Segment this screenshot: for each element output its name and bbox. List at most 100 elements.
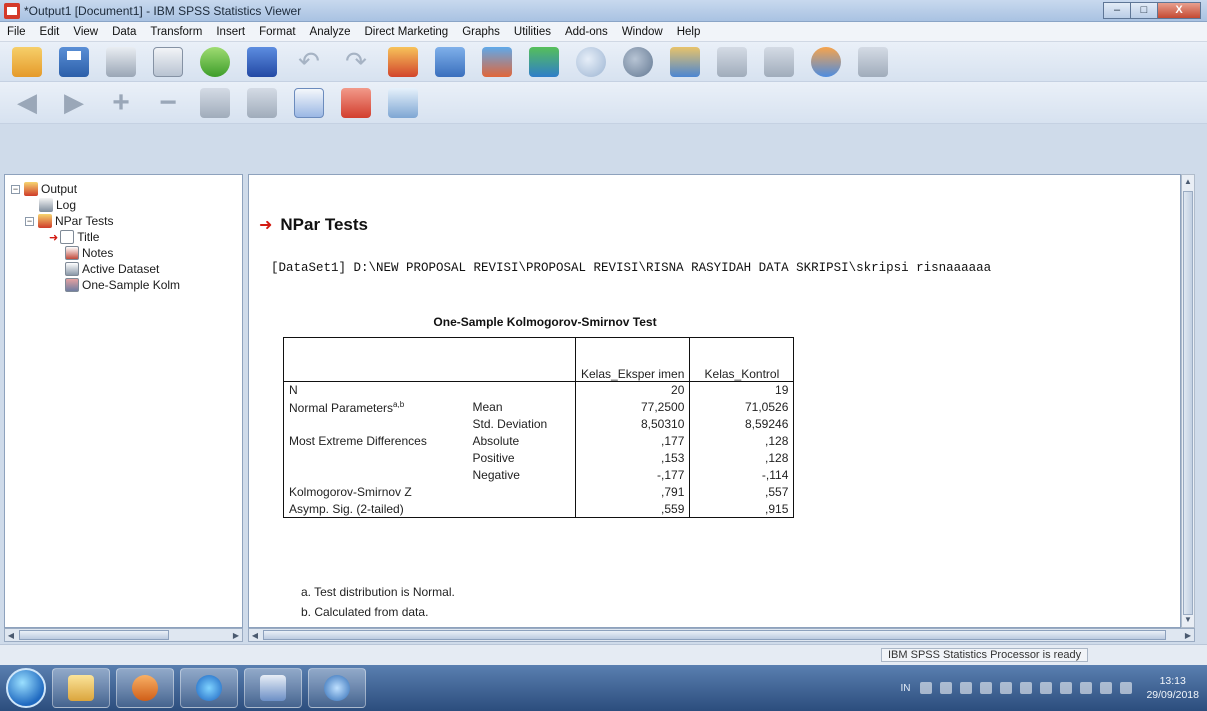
close-button[interactable]: X	[1157, 2, 1201, 19]
speaker-icon[interactable]	[1060, 682, 1073, 694]
outline-horizontal-scrollbar[interactable]: ◀ ▶	[4, 628, 243, 642]
redo-icon[interactable]: ↷	[341, 46, 371, 77]
insert-heading-icon[interactable]	[294, 87, 324, 118]
content-scroll-thumb[interactable]	[263, 630, 1166, 640]
menu-window[interactable]: Window	[615, 26, 670, 38]
start-button-icon[interactable]	[6, 668, 46, 708]
bluetooth-icon[interactable]	[940, 682, 953, 694]
menu-add-ons[interactable]: Add-ons	[558, 26, 615, 38]
hide-output-icon[interactable]	[247, 87, 277, 118]
value-cell: ,128	[689, 432, 794, 450]
minimize-button[interactable]: –	[1103, 2, 1131, 19]
power-icon[interactable]	[1080, 682, 1093, 694]
menu-data[interactable]: Data	[105, 26, 143, 38]
menu-utilities[interactable]: Utilities	[507, 26, 558, 38]
print-preview-icon[interactable]	[153, 46, 183, 77]
menu-format[interactable]: Format	[252, 26, 302, 38]
taskbar-word[interactable]	[244, 668, 302, 708]
tree-item-ks-test[interactable]: One-Sample Kolm	[65, 277, 180, 293]
value-labels-icon[interactable]	[764, 46, 794, 77]
value-cell: ,559	[574, 500, 690, 518]
scroll-up-icon[interactable]: ▲	[1182, 175, 1194, 189]
variables-icon[interactable]	[482, 46, 512, 77]
goto-case-icon[interactable]	[435, 46, 465, 77]
back-arrow-icon[interactable]: ◀	[12, 87, 42, 118]
usb-icon[interactable]	[1000, 682, 1013, 694]
tree-item-log[interactable]: Log	[39, 197, 76, 213]
section-heading[interactable]: ➜ NPar Tests	[259, 215, 368, 235]
taskbar-spss[interactable]	[308, 668, 366, 708]
menu-insert[interactable]: Insert	[209, 26, 252, 38]
flag-icon[interactable]	[980, 682, 993, 694]
export-icon[interactable]	[200, 46, 230, 77]
collapse-toggle-icon[interactable]: −	[11, 184, 20, 194]
scroll-left-icon[interactable]: ◀	[5, 629, 17, 643]
output-content-pane[interactable]: ➜ NPar Tests [DataSet1] D:\NEW PROPOSAL …	[248, 174, 1181, 628]
outline-scroll-thumb[interactable]	[19, 630, 169, 640]
taskbar-media-player[interactable]	[116, 668, 174, 708]
vertical-scroll-thumb[interactable]	[1183, 191, 1193, 615]
vertical-scrollbar[interactable]: ▲ ▼	[1181, 174, 1195, 628]
collapse-icon[interactable]: −	[153, 86, 183, 119]
tree-item-active-dataset[interactable]: Active Dataset	[65, 261, 159, 277]
language-indicator[interactable]: IN	[900, 683, 910, 694]
maximize-button[interactable]: □	[1130, 2, 1158, 19]
undo-icon[interactable]: ↶	[294, 46, 324, 77]
network-icon[interactable]	[1100, 682, 1113, 694]
collapse-toggle-icon[interactable]: −	[25, 216, 34, 226]
menu-direct-marketing[interactable]: Direct Marketing	[357, 26, 455, 38]
designate-window-icon[interactable]	[529, 46, 559, 77]
taskbar-explorer[interactable]	[52, 668, 110, 708]
recall-dialog-icon[interactable]	[247, 46, 277, 77]
menu-file[interactable]: File	[0, 26, 33, 38]
show-icon[interactable]	[200, 87, 230, 118]
forward-arrow-icon[interactable]: ▶	[59, 87, 89, 118]
print-icon[interactable]	[106, 46, 136, 77]
spss-app-icon	[4, 2, 20, 19]
insert-text-icon[interactable]	[388, 87, 418, 118]
scroll-left-icon[interactable]: ◀	[249, 629, 261, 643]
show-variables-icon[interactable]	[858, 46, 888, 77]
value-cell: 77,2500	[574, 398, 690, 416]
expand-icon[interactable]: +	[106, 86, 136, 119]
insert-title-icon[interactable]	[341, 87, 371, 118]
scroll-right-icon[interactable]: ▶	[230, 629, 242, 643]
show-all-icon[interactable]	[576, 46, 606, 77]
ks-test-table[interactable]: Kelas_Eksper imen Kelas_Kontrol N 20 19 …	[283, 337, 795, 518]
open-icon[interactable]	[12, 46, 42, 77]
clock[interactable]: 13:13 29/09/2018	[1146, 674, 1199, 702]
menu-graphs[interactable]: Graphs	[455, 26, 507, 38]
select-cases-icon[interactable]	[717, 46, 747, 77]
tree-item-output[interactable]: − Output	[11, 181, 77, 197]
menu-edit[interactable]: Edit	[33, 26, 67, 38]
update-icon[interactable]	[1040, 682, 1053, 694]
signal-icon[interactable]	[1120, 682, 1133, 694]
row-sublabel	[468, 382, 576, 399]
goto-data-icon[interactable]	[388, 46, 418, 77]
split-file-icon[interactable]	[670, 46, 700, 77]
menu-analyze[interactable]: Analyze	[303, 26, 358, 38]
tree-item-npar-tests[interactable]: − NPar Tests	[25, 213, 113, 229]
tree-item-title[interactable]: ➜ Title	[49, 229, 99, 245]
scroll-down-icon[interactable]: ▼	[1182, 613, 1194, 627]
save-icon[interactable]	[59, 46, 89, 77]
value-cell: ,177	[574, 432, 690, 450]
menu-help[interactable]: Help	[670, 26, 708, 38]
antivirus-icon[interactable]	[960, 682, 973, 694]
menu-transform[interactable]: Transform	[143, 26, 209, 38]
taskbar-internet-explorer[interactable]	[180, 668, 238, 708]
scroll-right-icon[interactable]: ▶	[1182, 629, 1194, 643]
help-icon[interactable]	[920, 682, 933, 694]
footnote: a. Test distribution is Normal.	[301, 585, 455, 599]
menu-view[interactable]: View	[66, 26, 105, 38]
table-row: Negative -,177 -,114	[284, 466, 794, 484]
tree-item-notes[interactable]: Notes	[65, 245, 113, 261]
tree-label: Notes	[82, 246, 114, 260]
column-header: Kelas_Eksper imen	[574, 337, 691, 382]
hide-icon[interactable]	[623, 46, 653, 77]
row-label	[284, 450, 468, 467]
table-row: Std. Deviation 8,50310 8,59246	[284, 415, 794, 433]
use-sets-icon[interactable]	[811, 46, 841, 77]
content-horizontal-scrollbar[interactable]: ◀ ▶	[248, 628, 1195, 642]
monitor-icon[interactable]	[1020, 682, 1033, 694]
